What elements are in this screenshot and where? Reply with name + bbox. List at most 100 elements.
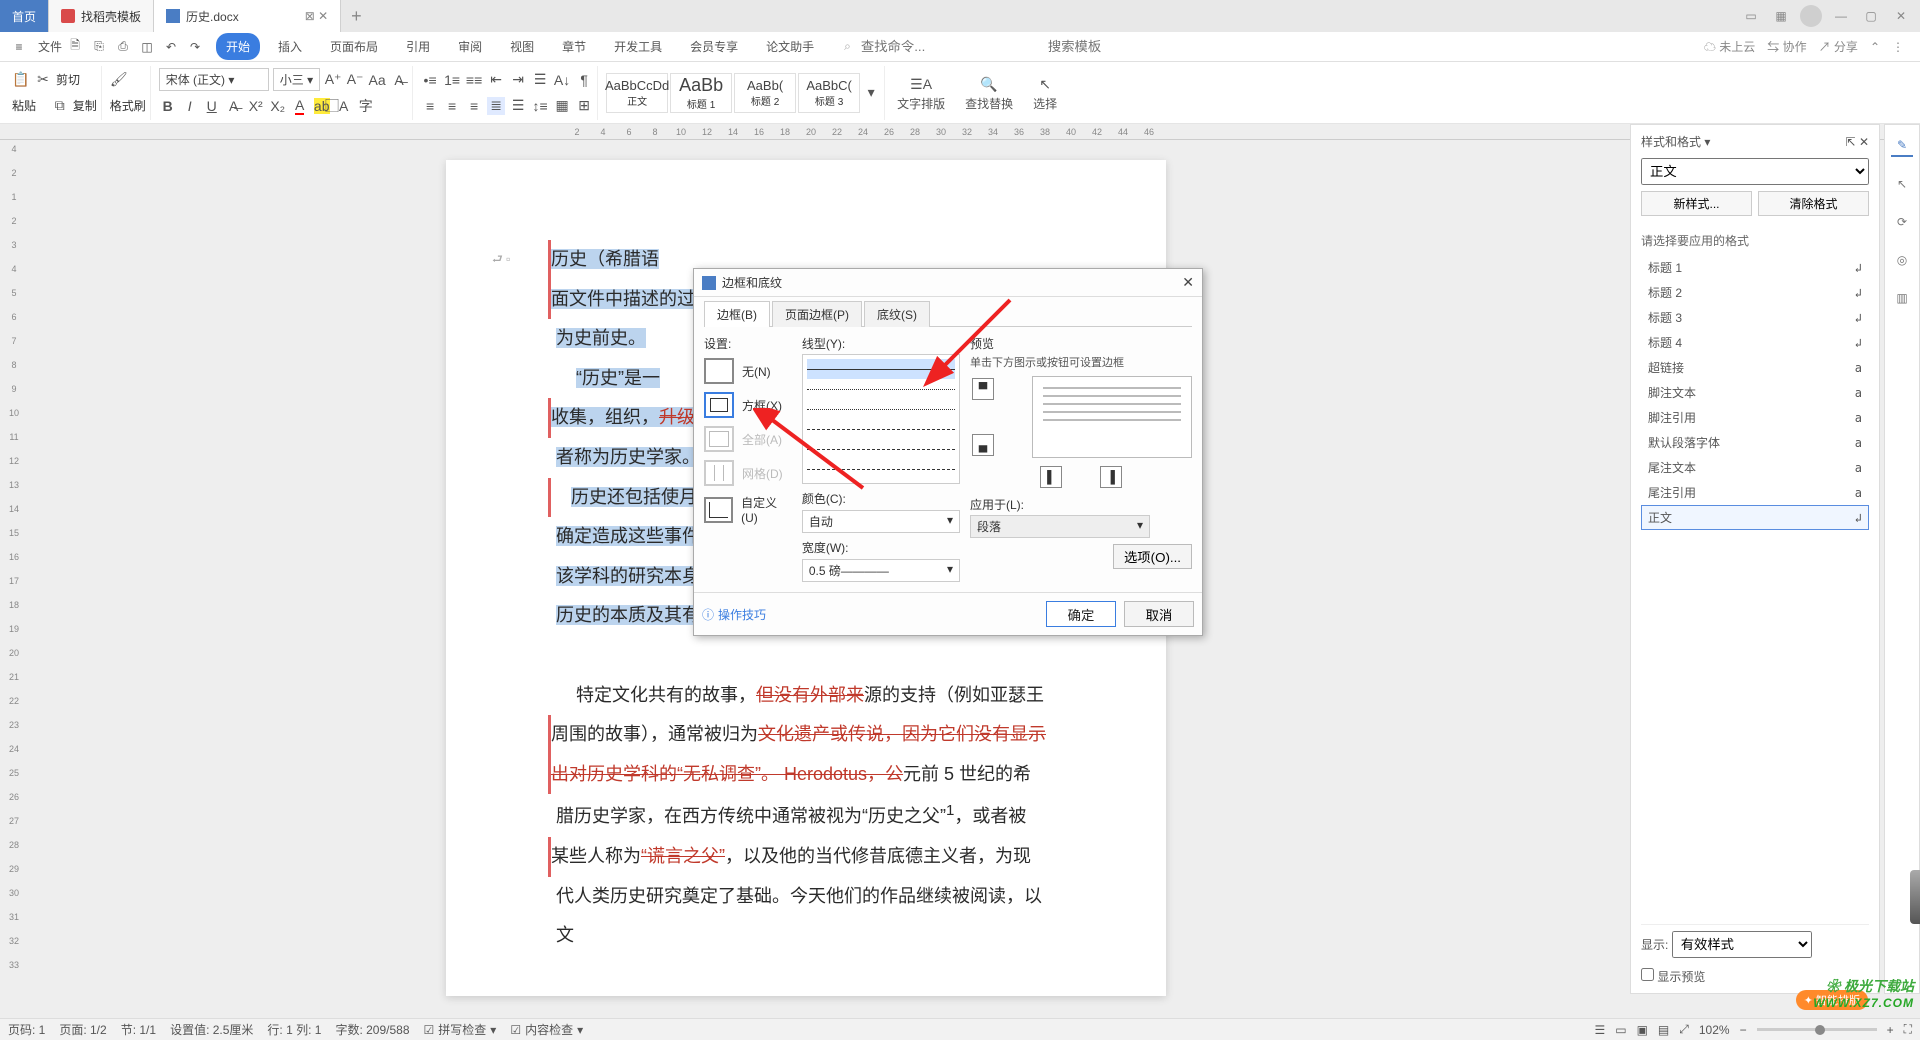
linetype-opt[interactable] [807,459,955,479]
status-pages[interactable]: 页面: 1/2 [59,1021,106,1038]
linetype-opt[interactable] [807,399,955,419]
font-name-combo[interactable]: 宋体 (正文) ▾ [159,68,269,91]
underline-icon[interactable]: U [203,97,221,115]
tab-templates[interactable]: 找稻壳模板 [49,0,154,32]
border-top-icon[interactable]: ▀ [972,378,994,400]
line-spacing-icon[interactable]: ↕≡ [531,97,549,115]
change-case-icon[interactable]: Aa [368,71,386,89]
bullets-icon[interactable]: •≡ [421,71,439,89]
rail-styles-icon[interactable]: ✎ [1891,135,1913,157]
ribbon-tab-references[interactable]: 引用 [396,33,440,60]
view-read-icon[interactable]: ☰ [1594,1023,1605,1037]
italic-icon[interactable]: I [181,97,199,115]
setting-none[interactable]: 无(N) [704,354,792,388]
para-spacing-icon[interactable]: ☰ [531,71,549,89]
style-normal[interactable]: AaBbCcDd正文 [606,73,668,113]
dialog-tab-shading[interactable]: 底纹(S) [864,301,930,327]
tab-document[interactable]: 历史.docx ⊠ ✕ [154,0,341,32]
clear-format-icon[interactable]: A̶ [390,71,408,89]
setting-box[interactable]: 方框(X) [704,388,792,422]
setting-custom[interactable]: 自定义(U) [704,490,792,529]
dialog-close-icon[interactable]: ✕ [1182,274,1194,291]
chevron-down-icon[interactable]: ▾ [1704,135,1710,149]
char-border-icon[interactable]: ⃞A [335,97,353,115]
strike-icon[interactable]: A̶ [225,97,243,115]
numbering-icon[interactable]: 1≡ [443,71,461,89]
align-right-icon[interactable]: ≡ [465,97,483,115]
collab-button[interactable]: ⇆ 协作 [1767,38,1806,55]
ribbon-tab-layout[interactable]: 页面布局 [320,33,388,60]
status-page-no[interactable]: 页码: 1 [8,1021,45,1038]
copy-icon[interactable]: ⧉ [51,97,69,115]
status-line-col[interactable]: 行: 1 列: 1 [267,1021,321,1038]
saveas-icon[interactable]: ⎘ [88,36,110,58]
cloud-status[interactable]: ☁ 未上云 [1704,38,1755,55]
inc-indent-icon[interactable]: ⇥ [509,71,527,89]
ribbon-tab-start[interactable]: 开始 [216,33,260,60]
view-outline-icon[interactable]: ▤ [1658,1023,1669,1037]
color-combo[interactable]: 自动▾ [802,510,960,533]
close-icon[interactable]: ✕ [1890,5,1912,27]
apps-icon[interactable]: ▦ [1770,5,1792,27]
search-template-input[interactable] [1048,39,1225,54]
linetype-opt[interactable] [807,439,955,459]
status-spell[interactable]: ☑ 拼写检查 ▾ [424,1021,497,1038]
layout-icon[interactable]: ▭ [1740,5,1762,27]
fullscreen-icon[interactable]: ⛶ [1904,1022,1912,1037]
ribbon-tab-paper[interactable]: 论文助手 [756,33,824,60]
save-icon[interactable]: 🗎 [64,36,86,58]
rail-select-icon[interactable]: ↖ [1891,173,1913,195]
find-replace-button[interactable]: 🔍查找替换 [957,73,1021,112]
zoom-slider[interactable] [1757,1028,1877,1031]
preview-box[interactable] [1032,376,1192,458]
share-button[interactable]: ↗ 分享 [1819,38,1858,55]
rail-location-icon[interactable]: ◎ [1891,249,1913,271]
linetype-list[interactable] [802,354,960,484]
align-justify-icon[interactable]: ≣ [487,97,505,115]
phonetic-icon[interactable]: 字 [357,97,375,115]
redo-icon[interactable]: ↷ [184,36,206,58]
superscript-icon[interactable]: X² [247,97,265,115]
shrink-font-icon[interactable]: A⁻ [346,71,364,89]
status-section[interactable]: 节: 1/1 [121,1021,156,1038]
view-print-icon[interactable]: ▭ [1615,1023,1626,1037]
style-item[interactable]: 标题 4↲ [1641,330,1869,355]
print-icon[interactable]: ⎙ [112,36,134,58]
dialog-tab-border[interactable]: 边框(B) [704,301,770,327]
highlight-icon[interactable]: ab [313,97,331,115]
status-words[interactable]: 字数: 209/588 [335,1021,409,1038]
align-left-icon[interactable]: ≡ [421,97,439,115]
linetype-opt[interactable] [807,379,955,399]
width-combo[interactable]: 0.5 磅————▾ [802,559,960,582]
zoom-out-icon[interactable]: − [1740,1023,1747,1037]
style-item[interactable]: 正文↲ [1641,505,1869,530]
dialog-tab-page-border[interactable]: 页面边框(P) [772,301,862,327]
show-marks-icon[interactable]: ¶ [575,71,593,89]
border-right-icon[interactable]: ▐ [1100,466,1122,488]
border-left-icon[interactable]: ▌ [1040,466,1062,488]
style-item[interactable]: 脚注文本a [1641,380,1869,405]
styles-more-icon[interactable]: ▾ [862,84,880,102]
more-icon[interactable]: ⋮ [1892,40,1904,54]
pin-icon[interactable]: ⇱ [1846,135,1856,149]
zoom-in-icon[interactable]: + [1887,1023,1894,1037]
grow-font-icon[interactable]: A⁺ [324,71,342,89]
clear-format-button[interactable]: 清除格式 [1758,191,1869,216]
linetype-opt[interactable] [807,419,955,439]
ribbon-tab-insert[interactable]: 插入 [268,33,312,60]
maximize-icon[interactable]: ▢ [1860,5,1882,27]
style-item[interactable]: 超链接a [1641,355,1869,380]
options-button[interactable]: 选项(O)... [1113,544,1192,569]
subscript-icon[interactable]: X₂ [269,97,287,115]
file-menu[interactable]: 文件 [38,38,62,55]
hamburger-icon[interactable]: ≡ [8,36,30,58]
style-item[interactable]: 标题 3↲ [1641,305,1869,330]
align-center-icon[interactable]: ≡ [443,97,461,115]
style-item[interactable]: 默认段落字体a [1641,430,1869,455]
dialog-titlebar[interactable]: 边框和底纹 ✕ [694,269,1202,297]
avatar[interactable] [1800,5,1822,27]
undo-icon[interactable]: ↶ [160,36,182,58]
style-h1[interactable]: AaBb标题 1 [670,73,732,113]
shading-icon[interactable]: ▦ [553,97,571,115]
rail-refresh-icon[interactable]: ⟳ [1891,211,1913,233]
